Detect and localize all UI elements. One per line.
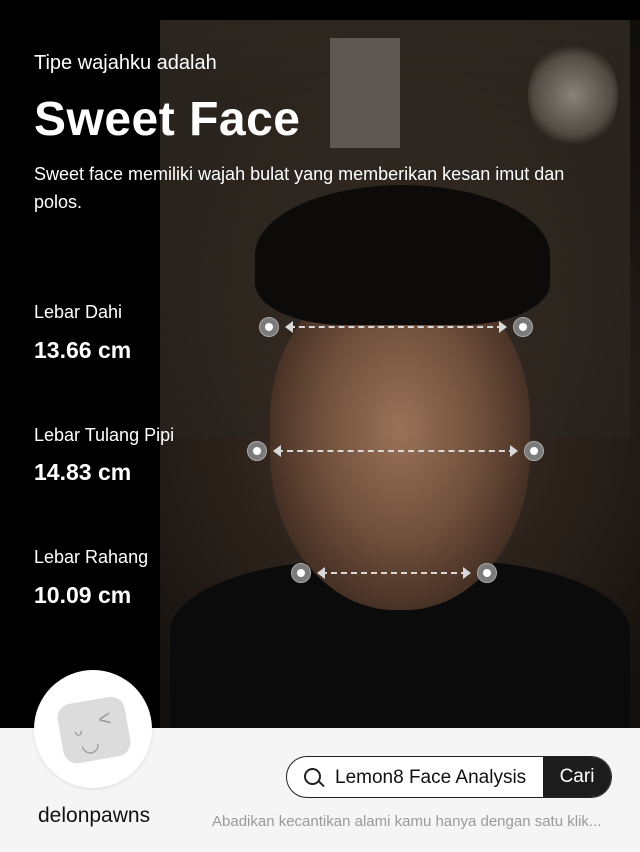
measure-point-right [477,563,497,583]
cheekbone-measure-line [247,441,544,463]
metric-label-forehead: Lebar Dahi [34,302,123,322]
search-icon [304,768,321,785]
measure-point-right [513,317,533,337]
username[interactable]: delonpawns [38,804,150,828]
background-poster [330,38,400,148]
background-lamp [528,40,618,150]
metric-label-jaw: Lebar Rahang [34,547,149,567]
metric-value-jaw: 10.09 cm [34,582,132,608]
intro-text: Tipe wajahku adalah [34,52,217,74]
metric-value-cheekbone: 14.83 cm [34,459,132,485]
jaw-measure-line [291,563,497,585]
measure-point-right [524,441,544,461]
search-button[interactable]: Cari [543,757,611,797]
arrow-right-icon [499,321,507,333]
top-dark-band [0,0,640,20]
smiley-blob-icon: ᵕ < ◡ [55,694,133,766]
measure-point-left [247,441,267,461]
arrow-right-icon [463,567,471,579]
measure-point-left [291,563,311,583]
search-query[interactable]: Lemon8 Face Analysis [335,767,526,789]
arrow-right-icon [510,445,518,457]
search-bar[interactable]: Lemon8 Face Analysis Cari [286,756,612,798]
face-type-description: Sweet face memiliki wajah bulat yang mem… [34,164,565,212]
avatar[interactable]: ᵕ < ◡ [34,670,152,788]
measure-point-left [259,317,279,337]
face-type-title: Sweet Face [34,93,301,146]
metric-label-cheekbone: Lebar Tulang Pipi [34,425,175,445]
metric-value-forehead: 13.66 cm [34,337,132,363]
footer-tagline: Abadikan kecantikan alami kamu hanya den… [212,813,602,830]
forehead-measure-line [259,317,533,339]
